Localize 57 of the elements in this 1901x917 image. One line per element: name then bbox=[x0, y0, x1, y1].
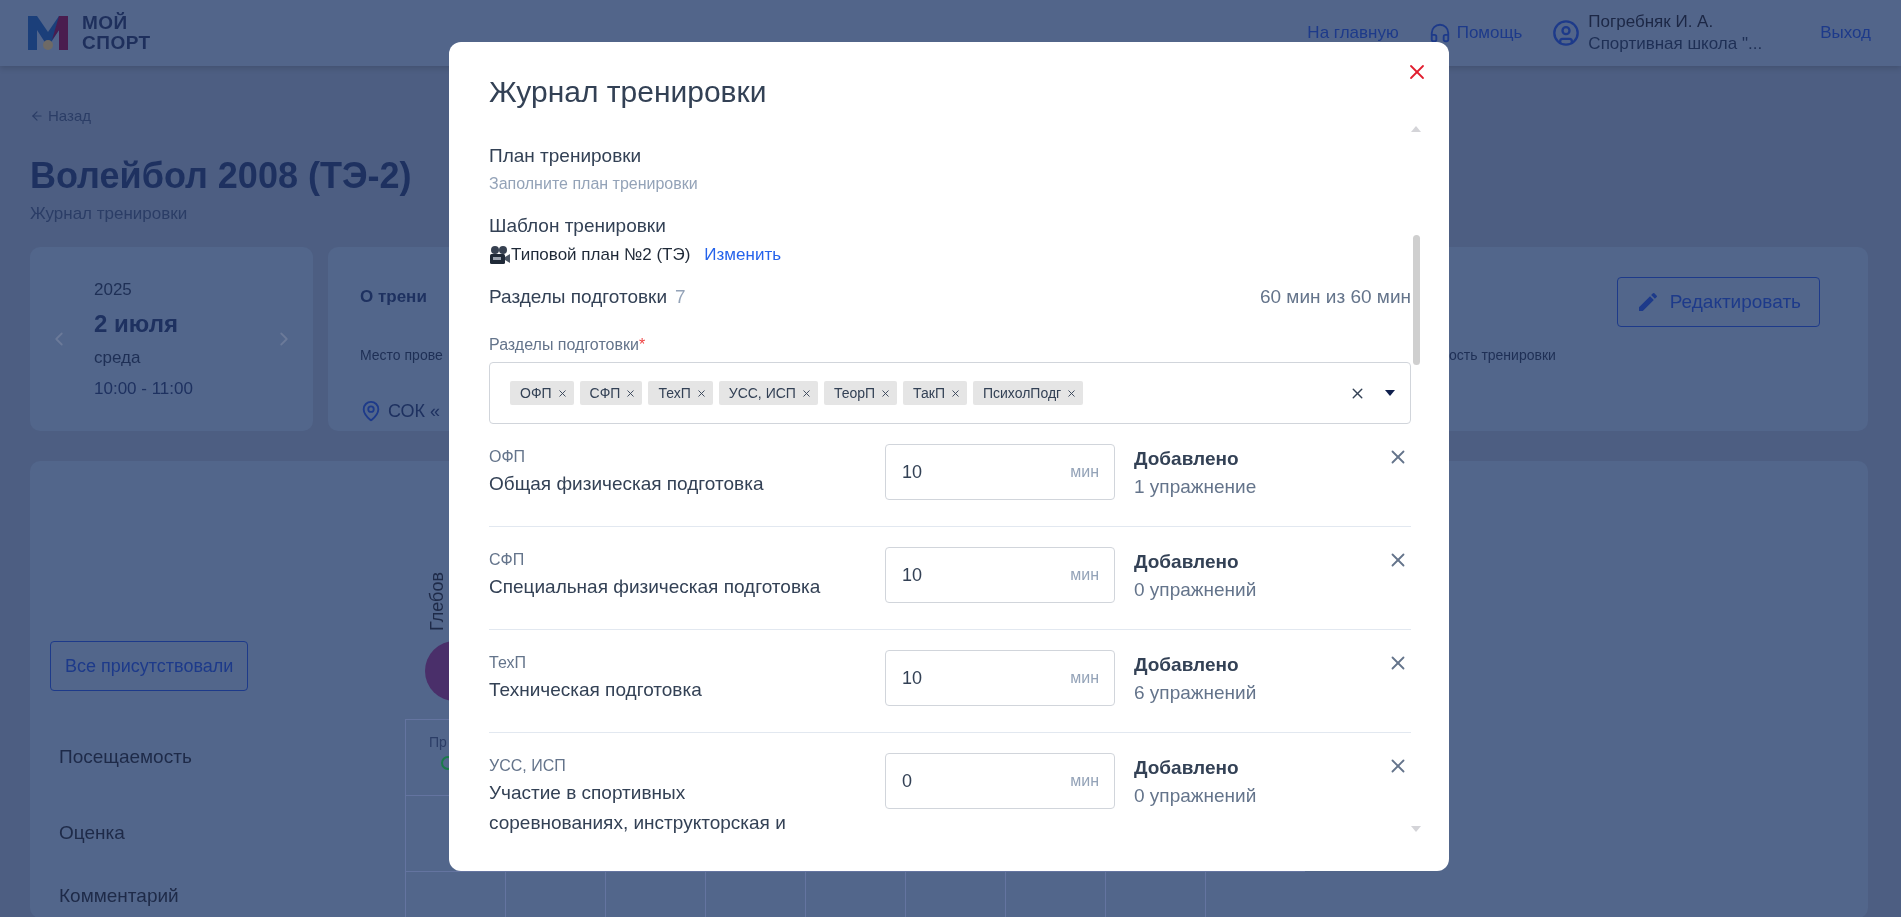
row-label: Посещаемость bbox=[58, 745, 193, 769]
remove-icon[interactable] bbox=[1066, 387, 1078, 399]
scrollbar-thumb[interactable] bbox=[1413, 235, 1420, 365]
section-name: Общая физическая подготовка bbox=[489, 472, 765, 496]
total-minutes: 60 мин из 60 мин bbox=[1259, 285, 1411, 309]
section-name: Участие в спортивных соревнованиях, инструкторская и bbox=[489, 781, 787, 835]
template-name: Типовой план №2 (ТЭ) bbox=[511, 244, 691, 266]
section-tag[interactable]: СФП bbox=[579, 381, 643, 405]
row-label: Комментарий bbox=[58, 884, 180, 908]
added-label: Добавлено bbox=[1134, 756, 1240, 780]
exercise-count: 1 упражнение bbox=[1134, 475, 1258, 499]
section-code: СФП bbox=[489, 550, 526, 570]
section-tag[interactable]: УСС, ИСП bbox=[718, 381, 818, 405]
added-label: Добавлено bbox=[1134, 447, 1240, 471]
remove-icon[interactable] bbox=[556, 387, 568, 399]
section-name: Техническая подготовка bbox=[489, 678, 703, 702]
section-title: План тренировки bbox=[489, 144, 643, 168]
exercise-count: 0 упражнений bbox=[1134, 578, 1258, 602]
section-count: 7 bbox=[675, 285, 686, 309]
section-tag[interactable]: ТакП bbox=[903, 381, 967, 405]
remove-icon[interactable] bbox=[625, 387, 637, 399]
athlete-name: Глебов bbox=[427, 572, 448, 631]
added-label: Добавлено bbox=[1134, 653, 1240, 677]
hint-text: Заполните план тренировки bbox=[489, 174, 699, 194]
section-tag[interactable]: ТеорП bbox=[823, 381, 898, 405]
location-pin-icon bbox=[360, 399, 382, 422]
change-link[interactable]: Изменить bbox=[704, 244, 782, 266]
dialog-title: Журнал тренировки bbox=[489, 74, 768, 110]
section-tag[interactable]: ТехП bbox=[648, 381, 713, 405]
section-name: Специальная физическая подготовка bbox=[489, 575, 822, 599]
section-title: Шаблон тренировки bbox=[489, 214, 667, 238]
headset-icon bbox=[1428, 22, 1451, 44]
section-tag[interactable]: ОФП bbox=[510, 381, 574, 405]
unit-label: мин bbox=[1070, 669, 1099, 687]
field-label: Разделы подготовки* bbox=[489, 335, 647, 355]
remove-icon[interactable] bbox=[695, 387, 707, 399]
film-camera-icon bbox=[489, 245, 511, 265]
section-code: УСС, ИСП bbox=[489, 756, 567, 776]
section-code: ТехП bbox=[489, 653, 527, 673]
added-label: Добавлено bbox=[1134, 550, 1240, 574]
exercise-count: 0 упражнений bbox=[1134, 784, 1258, 808]
remove-icon[interactable] bbox=[950, 387, 961, 399]
section-title: Разделы подготовки bbox=[489, 285, 667, 309]
logo-icon bbox=[28, 16, 68, 50]
unit-label: мин bbox=[1070, 463, 1099, 481]
user-name: Погребняк И. А. bbox=[1588, 11, 1715, 33]
remove-icon[interactable] bbox=[880, 387, 892, 399]
unit-label: мин bbox=[1070, 772, 1099, 790]
dropdown-caret-icon[interactable] bbox=[1384, 389, 1396, 397]
user-icon bbox=[1552, 19, 1581, 47]
row-label: Оценка bbox=[58, 821, 126, 845]
exercise-count: 6 упражнений bbox=[1134, 681, 1258, 705]
remove-icon[interactable] bbox=[800, 387, 812, 399]
section-tag[interactable]: ПсихолПодг bbox=[973, 381, 1084, 405]
sections-select[interactable]: ОФП СФП ТехП УСС, ИСП ТеорП ТакП ПсихолПодг bbox=[489, 362, 1411, 424]
section-code: ОФП bbox=[489, 447, 527, 467]
unit-label: мин bbox=[1070, 566, 1099, 584]
